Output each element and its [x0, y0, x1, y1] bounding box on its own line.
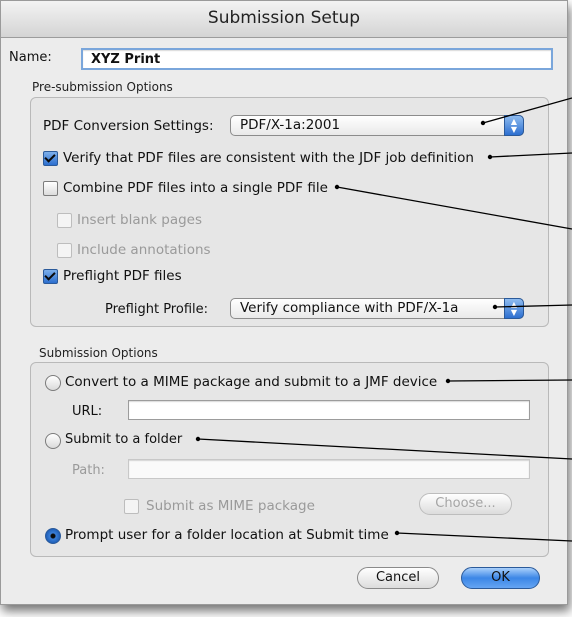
callout-line [447, 379, 572, 382]
callout-dot [195, 436, 201, 442]
callout-line [396, 532, 572, 542]
callout-dot [445, 378, 451, 384]
callout-lines [195, 97, 572, 542]
callout-dot [394, 530, 400, 536]
callout-line [494, 304, 572, 308]
callout-line [336, 186, 572, 230]
callout-dot [487, 154, 493, 160]
callout-line [197, 438, 572, 460]
callout-dot [334, 184, 340, 190]
callout-line [489, 152, 572, 158]
callout-dot [480, 120, 486, 126]
callout-dot [492, 304, 498, 310]
callout-line [482, 97, 572, 124]
